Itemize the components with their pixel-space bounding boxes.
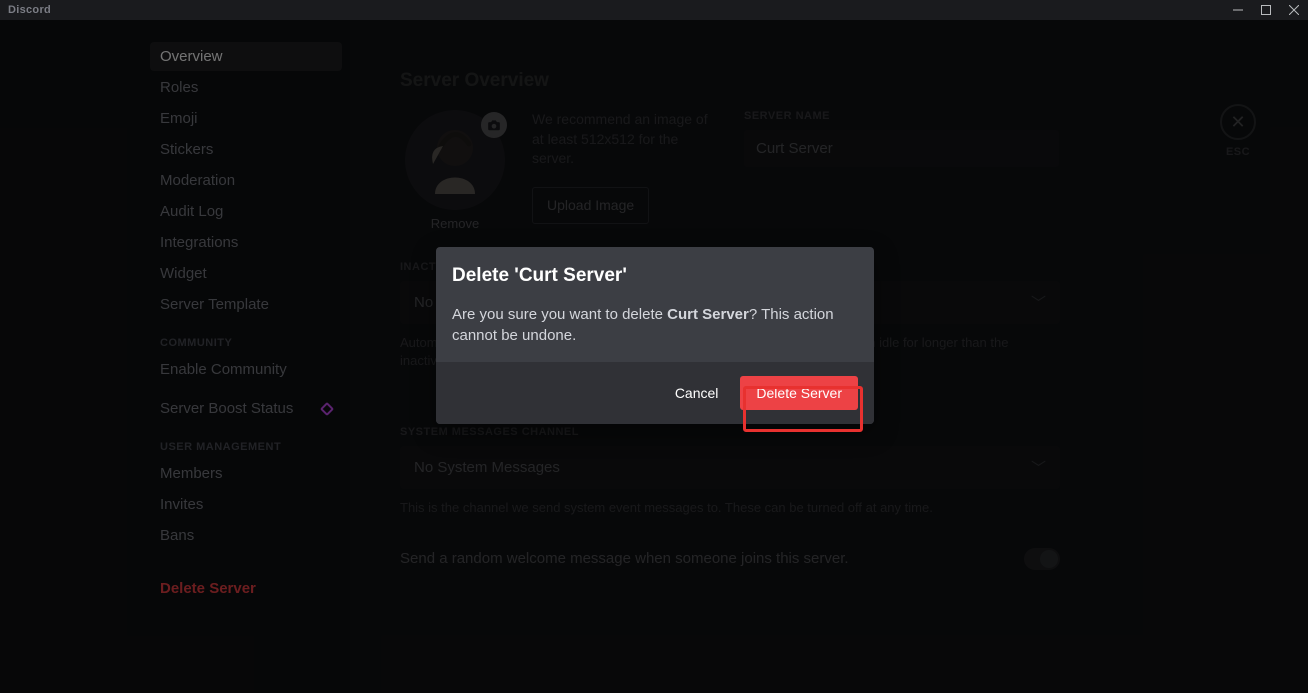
titlebar: Discord xyxy=(0,0,1308,20)
modal-body-servername: Curt Server xyxy=(667,306,749,323)
window-maximize-button[interactable] xyxy=(1252,0,1280,20)
delete-server-modal: Delete 'Curt Server' Are you sure you wa… xyxy=(436,247,874,424)
app-window: Discord Overview Roles Emoji Stickers Mo… xyxy=(0,0,1308,693)
window-minimize-button[interactable] xyxy=(1224,0,1252,20)
app-brand: Discord xyxy=(8,4,51,16)
cancel-button[interactable]: Cancel xyxy=(675,385,719,401)
modal-body-prefix: Are you sure you want to delete xyxy=(452,306,667,323)
maximize-icon xyxy=(1261,5,1271,15)
window-controls xyxy=(1224,0,1308,20)
window-close-button[interactable] xyxy=(1280,0,1308,20)
modal-body-text: Are you sure you want to delete Curt Ser… xyxy=(452,304,858,346)
minimize-icon xyxy=(1233,5,1243,15)
delete-server-button[interactable]: Delete Server xyxy=(740,376,858,410)
close-icon xyxy=(1289,5,1299,15)
modal-title: Delete 'Curt Server' xyxy=(452,263,858,290)
